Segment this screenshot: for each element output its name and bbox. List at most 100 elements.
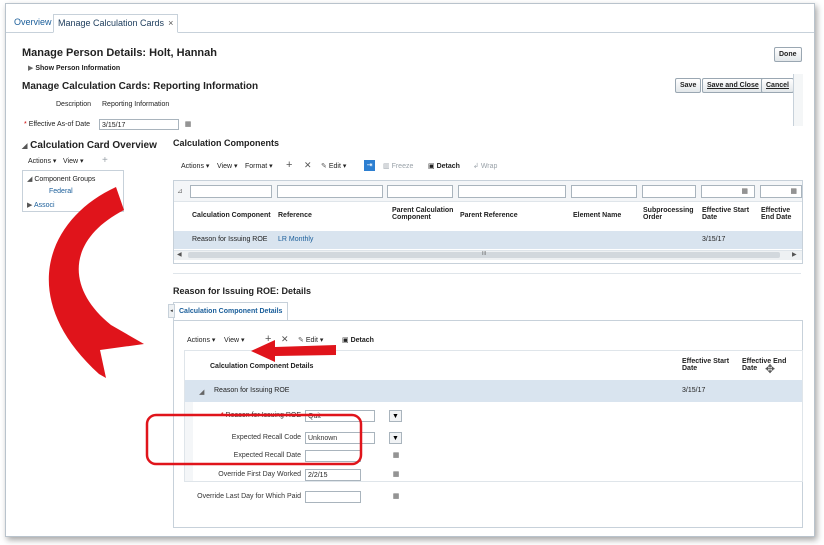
show-person-info-toggle[interactable]: ▶ Show Person Information — [28, 64, 120, 72]
recall-date-input[interactable] — [305, 450, 361, 462]
calendar-icon[interactable]: ▦ — [391, 470, 401, 480]
column-header[interactable]: Element Name — [573, 212, 621, 219]
reason-select[interactable]: Quit — [305, 410, 375, 422]
column-header[interactable]: Calculation Component Details — [210, 363, 313, 370]
detach-icon: ▣ — [342, 337, 349, 344]
detail-row-start: 3/15/17 — [682, 387, 706, 394]
filter-input[interactable] — [387, 185, 453, 198]
page-scrollbar[interactable] — [793, 74, 803, 126]
details-detach-button[interactable]: ▣ Detach — [342, 336, 374, 344]
overview-actions-menu[interactable]: Actions ▾ — [28, 157, 56, 165]
collapse-triangle-icon[interactable]: ◢ — [22, 143, 27, 150]
column-header[interactable]: Reference — [278, 212, 312, 219]
column-header[interactable]: Effective Start Date — [702, 207, 757, 221]
scroll-left-icon[interactable]: ◀ — [177, 251, 182, 258]
filter-input[interactable] — [642, 185, 696, 198]
first-day-input[interactable]: 2/2/15 — [305, 469, 361, 481]
delete-icon[interactable]: ✕ — [281, 334, 289, 345]
calendar-icon[interactable]: ▦ — [391, 492, 401, 502]
filter-input[interactable] — [458, 185, 566, 198]
tab-manage-calculation-cards[interactable]: Manage Calculation Cards × — [53, 14, 179, 33]
table-row[interactable]: ◢ Reason for Issuing ROE 3/15/17 — [185, 380, 802, 402]
components-format-menu[interactable]: Format ▾ — [245, 162, 273, 170]
effective-date-input[interactable]: 3/15/17 — [99, 119, 179, 130]
expand-triangle-icon: ▶ — [28, 65, 34, 72]
effective-date-label: * Effective As-of Date — [24, 121, 91, 128]
wrap-button[interactable]: ↲ Wrap — [473, 162, 497, 170]
components-title: Calculation Components — [173, 138, 280, 148]
last-day-label: Override Last Day for Which Paid — [197, 493, 301, 500]
calendar-icon[interactable]: ▦ — [790, 186, 797, 197]
tab-label: Manage Calculation Cards — [58, 18, 165, 28]
reason-dropdown-chevron-icon[interactable]: ▼ — [389, 410, 402, 422]
filter-input[interactable] — [571, 185, 637, 198]
scroll-grip: III — [482, 251, 487, 257]
tab-calculation-component-details[interactable]: Calculation Component Details — [173, 302, 289, 322]
calendar-icon[interactable]: ▦ — [183, 120, 193, 130]
divider — [173, 273, 801, 274]
details-title: Reason for Issuing ROE: Details — [173, 286, 312, 296]
details-view-menu[interactable]: View ▾ — [224, 336, 245, 344]
components-edit-menu[interactable]: ✎ Edit ▾ — [321, 162, 346, 170]
column-header[interactable]: Parent Reference — [460, 212, 518, 219]
row-reference-link[interactable]: LR Monthly — [278, 236, 313, 243]
column-header[interactable]: Effective End Date — [761, 207, 803, 221]
done-button[interactable]: Done — [774, 47, 802, 62]
table-row[interactable]: Reason for Issuing ROE LR Monthly 3/15/1… — [174, 231, 802, 249]
filter-input[interactable] — [277, 185, 383, 198]
recall-code-dropdown-chevron-icon[interactable]: ▼ — [389, 432, 402, 444]
filter-date-input[interactable]: ▦ — [701, 185, 755, 198]
filter-input[interactable] — [190, 185, 272, 198]
page-title: Manage Person Details: Holt, Hannah — [22, 47, 217, 59]
freeze-icon: ▥ — [383, 163, 390, 170]
column-header[interactable]: Effective Start Date — [682, 358, 737, 372]
query-by-example-icon[interactable]: ⇥ — [364, 160, 375, 171]
column-header[interactable]: Subprocessing Order — [643, 207, 698, 221]
splitter-handle[interactable]: ◂ — [168, 304, 175, 318]
save-button[interactable]: Save — [675, 78, 702, 93]
calendar-icon[interactable]: ▦ — [391, 451, 401, 461]
recall-date-label: Expected Recall Date — [233, 452, 301, 459]
recall-code-select[interactable]: Unknown — [305, 432, 375, 444]
close-icon[interactable]: × — [168, 18, 173, 28]
delete-icon[interactable]: ✕ — [304, 160, 312, 171]
details-edit-menu[interactable]: ✎ Edit ▾ — [298, 336, 323, 344]
calendar-icon[interactable]: ▦ — [741, 186, 748, 197]
detach-button[interactable]: ▣ Detach — [428, 162, 460, 170]
row-component: Reason for Issuing ROE — [192, 236, 268, 243]
horizontal-scrollbar[interactable]: ◀ III ▶ — [174, 250, 802, 260]
first-day-label: Override First Day Worked — [218, 471, 301, 478]
tree-node-associ[interactable]: ▶ Associ — [27, 201, 55, 209]
filter-date-input[interactable]: ▦ — [760, 185, 802, 198]
add-icon[interactable]: + — [265, 333, 271, 345]
overview-view-menu[interactable]: View ▾ — [63, 157, 84, 165]
save-and-close-button[interactable]: Save and Close — [702, 78, 764, 93]
details-actions-menu[interactable]: Actions ▾ — [187, 336, 215, 344]
tree-node-component-groups[interactable]: ◢ Component Groups — [27, 175, 95, 183]
details-panel: Actions ▾ View ▾ + ✕ ✎ Edit ▾ ▣ Detach C… — [173, 320, 803, 528]
pencil-icon: ✎ — [321, 163, 327, 170]
column-header[interactable]: Parent Calculation Component — [392, 207, 462, 221]
components-actions-menu[interactable]: Actions ▾ — [181, 162, 209, 170]
add-icon[interactable]: + — [286, 159, 292, 171]
row-start-date: 3/15/17 — [702, 236, 726, 243]
tab-overview[interactable]: Overview — [10, 14, 56, 31]
column-header[interactable]: Calculation Component — [192, 212, 271, 219]
section-title: Manage Calculation Cards: Reporting Info… — [22, 81, 259, 92]
move-cursor-icon: ✥ — [765, 362, 776, 376]
last-day-input[interactable] — [305, 491, 361, 503]
components-panel: Actions ▾ View ▾ Format ▾ + ✕ ✎ Edit ▾ ⇥… — [173, 155, 803, 265]
freeze-button[interactable]: ▥ Freeze — [383, 162, 413, 170]
filter-row: ⊿ ▦ ▦ — [174, 181, 802, 202]
description-value: Reporting Information — [102, 101, 170, 108]
detail-row-name: Reason for Issuing ROE — [214, 387, 290, 394]
components-table: ⊿ ▦ ▦ Calculation Component Reference Pa… — [173, 180, 803, 264]
components-view-menu[interactable]: View ▾ — [217, 162, 238, 170]
tree-node-federal[interactable]: Federal — [49, 188, 73, 195]
cancel-button[interactable]: Cancel — [761, 78, 794, 93]
add-icon[interactable]: + — [102, 155, 108, 166]
scroll-right-icon[interactable]: ▶ — [792, 251, 797, 258]
overview-title: ◢ Calculation Card Overview — [22, 140, 157, 151]
expand-row-icon[interactable]: ◢ — [199, 388, 204, 396]
tab-bar: Overview Manage Calculation Cards × — [6, 4, 814, 33]
